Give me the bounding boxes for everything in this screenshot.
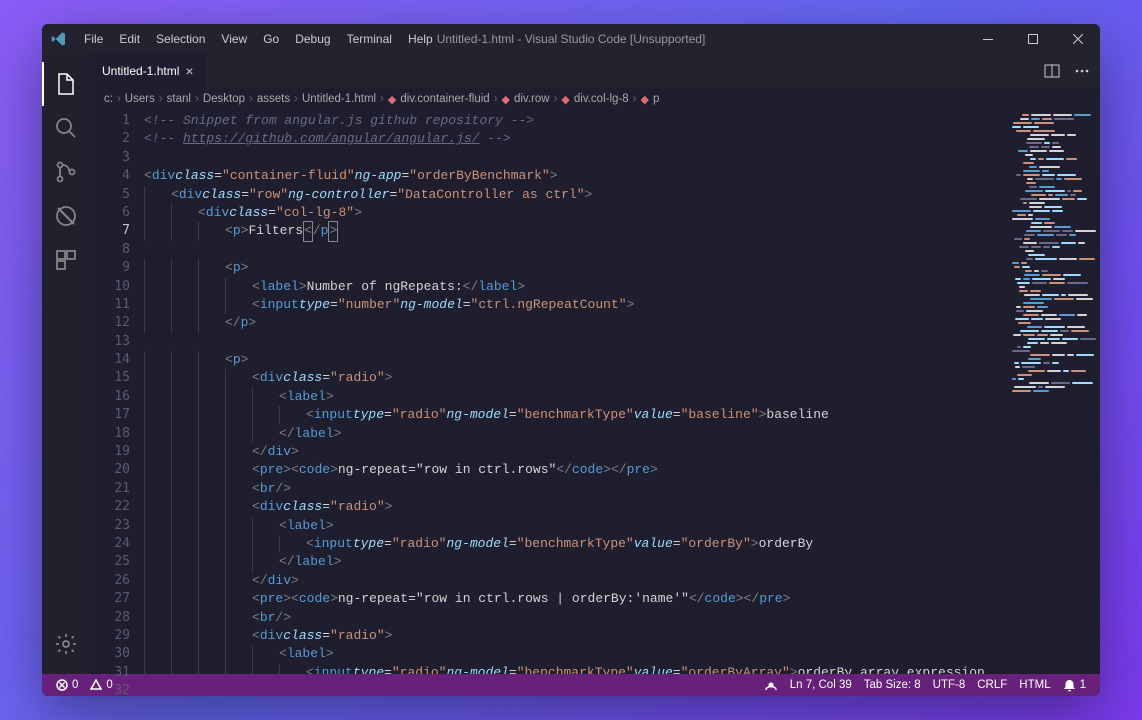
html-tag-icon: ◆ [561,93,569,106]
breadcrumb-seg[interactable]: div.container-fluid [400,93,489,105]
window-controls [965,24,1100,54]
settings-icon[interactable] [42,622,90,666]
html-tag-icon: ◆ [388,93,396,106]
status-tab-size[interactable]: Tab Size: 8 [858,678,927,692]
breadcrumb-seg[interactable]: stanl [167,93,191,105]
activity-bar [42,54,90,674]
breadcrumb-seg[interactable]: assets [257,93,290,105]
status-notifications[interactable]: 1 [1057,678,1092,692]
minimap[interactable] [1008,110,1100,674]
editor-area: Untitled-1.html × c:› Users› stanl› Desk… [90,54,1100,674]
status-cursor[interactable]: Ln 7, Col 39 [784,678,858,692]
breadcrumb-seg[interactable]: div.row [514,93,550,105]
html-tag-icon: ◆ [640,93,648,106]
tab-close-icon[interactable]: × [185,63,193,79]
menu-help[interactable]: Help [400,24,441,54]
breadcrumb-seg[interactable]: p [653,93,659,105]
menu-debug[interactable]: Debug [287,24,338,54]
code-editor[interactable]: 1234567891011121314151617181920212223242… [90,110,1100,674]
minimize-button[interactable] [965,24,1010,54]
breadcrumb-seg[interactable]: Untitled-1.html [302,93,376,105]
explorer-icon[interactable] [42,62,90,106]
window-title: Untitled-1.html - Visual Studio Code [Un… [437,32,706,46]
breadcrumb-seg[interactable]: div.col-lg-8 [574,93,629,105]
split-editor-icon[interactable] [1044,63,1060,79]
html-tag-icon: ◆ [502,93,510,106]
search-icon[interactable] [42,106,90,150]
menu-file[interactable]: File [76,24,111,54]
breadcrumb-seg[interactable]: c: [104,93,113,105]
source-control-icon[interactable] [42,150,90,194]
breadcrumb[interactable]: c:› Users› stanl› Desktop› assets› Untit… [90,88,1100,110]
status-errors[interactable]: 0 [50,679,84,691]
code-content[interactable]: <!-- Snippet from angular.js github repo… [144,110,1008,674]
menu-view[interactable]: View [213,24,255,54]
menubar: File Edit Selection View Go Debug Termin… [76,24,441,54]
tabs: Untitled-1.html × [90,54,1100,88]
body: Untitled-1.html × c:› Users› stanl› Desk… [42,54,1100,674]
status-live-share-icon[interactable] [758,678,784,692]
maximize-button[interactable] [1010,24,1055,54]
statusbar: 0 0 Ln 7, Col 39 Tab Size: 8 UTF-8 CRLF … [42,674,1100,696]
menu-selection[interactable]: Selection [148,24,213,54]
menu-edit[interactable]: Edit [111,24,148,54]
titlebar: File Edit Selection View Go Debug Termin… [42,24,1100,54]
menu-go[interactable]: Go [255,24,287,54]
breadcrumb-seg[interactable]: Users [125,93,155,105]
status-language[interactable]: HTML [1013,678,1056,692]
tab-label: Untitled-1.html [102,64,179,78]
extensions-icon[interactable] [42,238,90,282]
line-gutter: 1234567891011121314151617181920212223242… [90,110,144,674]
vscode-window: File Edit Selection View Go Debug Termin… [42,24,1100,696]
status-eol[interactable]: CRLF [971,678,1013,692]
editor-actions [1044,63,1100,79]
debug-icon[interactable] [42,194,90,238]
status-encoding[interactable]: UTF-8 [927,678,972,692]
menu-terminal[interactable]: Terminal [339,24,400,54]
close-button[interactable] [1055,24,1100,54]
vscode-logo-icon [42,31,76,47]
breadcrumb-seg[interactable]: Desktop [203,93,245,105]
more-actions-icon[interactable] [1074,63,1090,79]
tab-untitled[interactable]: Untitled-1.html × [90,54,206,88]
